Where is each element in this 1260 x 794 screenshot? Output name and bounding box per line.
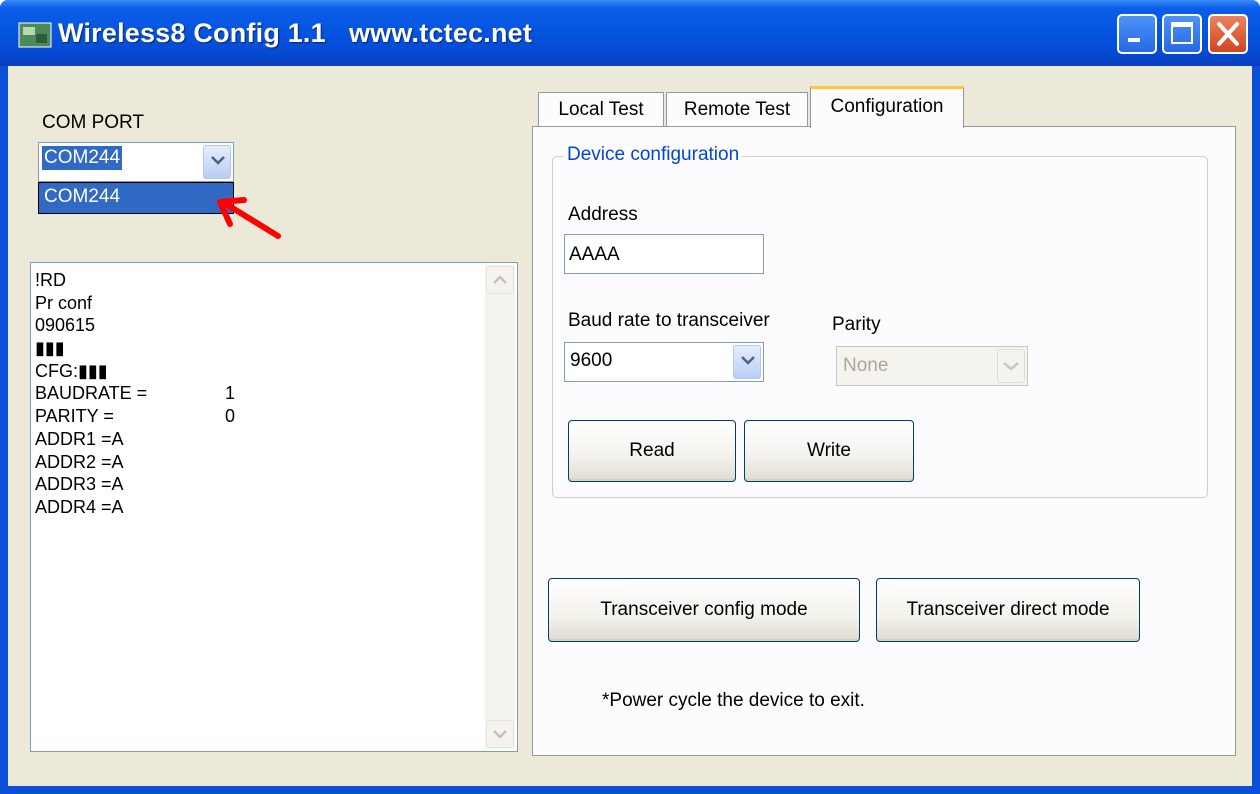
read-button[interactable]: Read: [568, 420, 736, 482]
close-icon: [1217, 22, 1239, 46]
log-lines: !RD Pr conf 090615 ▮▮▮ CFG:▮▮▮ BAUDRATE = 1 PAR…: [35, 269, 235, 519]
transceiver-direct-mode-button[interactable]: Transceiver direct mode: [876, 578, 1140, 642]
parity-label: Parity: [832, 314, 881, 335]
log-line-text: ADDR2 =A: [35, 451, 124, 472]
power-cycle-note: *Power cycle the device to exit.: [602, 690, 865, 711]
chevron-down-icon: [741, 356, 755, 365]
transceiver-config-mode-button[interactable]: Transceiver config mode: [548, 578, 860, 642]
title-bar[interactable]: Wireless8 Config 1.1 www.tctec.net: [0, 0, 1260, 66]
baud-rate-select[interactable]: 9600: [564, 342, 764, 382]
log-scrollbar[interactable]: [485, 265, 515, 749]
com-port-option[interactable]: COM244: [44, 186, 120, 208]
log-line: Pr conf: [35, 292, 147, 315]
log-line: ▮▮▮: [35, 337, 147, 360]
log-line-text: ADDR4 =A: [35, 496, 124, 517]
log-line-text: PARITY =: [35, 406, 114, 427]
baud-rate-value: 9600: [570, 350, 613, 371]
minimize-icon: [1128, 38, 1140, 42]
log-line: BAUDRATE = 1: [35, 382, 235, 405]
chevron-down-icon: [1003, 362, 1019, 371]
baud-rate-dropdown-button[interactable]: [733, 345, 761, 379]
log-line-text: ADDR3 =A: [35, 474, 124, 495]
minimize-button[interactable]: [1117, 14, 1157, 54]
com-port-value: COM244: [42, 146, 123, 170]
tab-remote-test[interactable]: Remote Test: [666, 92, 808, 128]
log-line-text: ▮▮▮: [35, 338, 65, 359]
client-area: COM PORT COM244 COM244 !RD Pr conf 090615 ▮…: [8, 66, 1252, 786]
log-line: CFG:▮▮▮: [35, 360, 147, 383]
maximize-icon: [1171, 22, 1193, 44]
com-port-dropdown-button[interactable]: [203, 145, 231, 179]
log-line-text: ADDR1 =A: [35, 428, 124, 449]
log-line: ADDR3 =A: [35, 473, 147, 496]
address-input[interactable]: AAAA: [564, 234, 764, 274]
log-line: ADDR2 =A: [35, 451, 147, 474]
log-line-text: BAUDRATE =: [35, 383, 148, 404]
log-line: ADDR1 =A: [35, 428, 147, 451]
parity-dropdown-button: [997, 349, 1025, 383]
window-title: Wireless8 Config 1.1 www.tctec.net: [58, 18, 533, 48]
parity-select: None: [836, 346, 1028, 386]
group-title: Device configuration: [564, 144, 743, 166]
com-port-select[interactable]: COM244: [38, 142, 234, 182]
log-line: PARITY = 0: [35, 405, 235, 428]
annotation-arrow-icon: [217, 197, 281, 239]
log-line-value: 0: [225, 406, 236, 427]
tab-configuration[interactable]: Configuration: [810, 86, 964, 128]
address-value: AAAA: [569, 244, 620, 265]
log-line-text: !RD: [35, 270, 66, 290]
chevron-down-icon: [211, 156, 225, 165]
app-window: Wireless8 Config 1.1 www.tctec.net COM P…: [0, 0, 1260, 794]
log-line-value: 1: [225, 383, 236, 404]
log-line-text: Pr conf: [35, 292, 93, 313]
app-icon: [18, 22, 52, 48]
tab-local-test[interactable]: Local Test: [538, 92, 664, 128]
log-line-text: 090615: [35, 315, 96, 336]
parity-value: None: [843, 355, 889, 376]
log-line: !RD: [35, 269, 147, 292]
log-line: 090615: [35, 314, 147, 337]
scroll-down-button[interactable]: [486, 720, 514, 748]
chevron-down-icon: [493, 730, 507, 739]
log-output[interactable]: !RD Pr conf 090615 ▮▮▮ CFG:▮▮▮ BAUDRATE = 1 PAR…: [30, 262, 518, 752]
chevron-up-icon: [493, 275, 507, 284]
log-line-text: CFG:▮▮▮: [35, 360, 108, 381]
address-label: Address: [568, 204, 638, 225]
log-line: ADDR4 =A: [35, 496, 147, 519]
baud-rate-label: Baud rate to transceiver: [568, 310, 770, 331]
com-port-dropdown-list: COM244: [38, 182, 234, 214]
close-button[interactable]: [1208, 14, 1248, 54]
write-button[interactable]: Write: [744, 420, 914, 482]
com-port-label: COM PORT: [42, 112, 145, 133]
scroll-up-button[interactable]: [486, 266, 514, 294]
maximize-button[interactable]: [1162, 14, 1202, 54]
